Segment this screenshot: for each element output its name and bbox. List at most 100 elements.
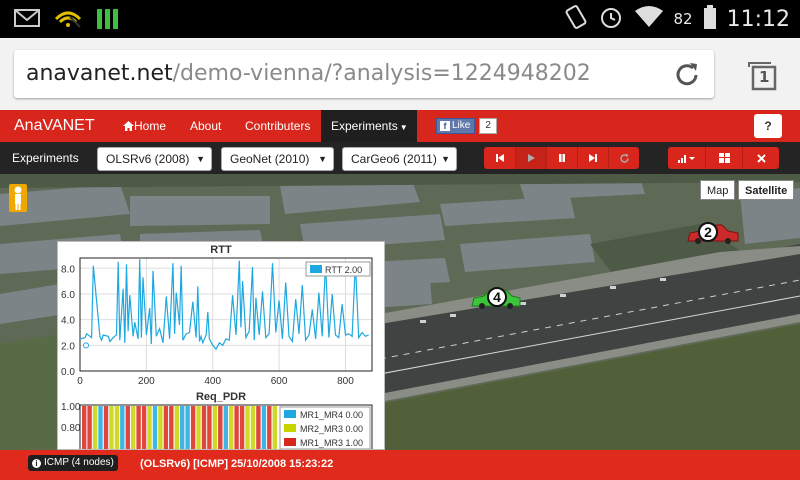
skip-forward-icon [589, 154, 597, 162]
protocol-badge[interactable]: i ICMP (4 nodes) [28, 455, 118, 471]
rtt-x-tick: 400 [204, 376, 221, 387]
pdr-bar [169, 406, 174, 449]
pdr-bar [250, 406, 256, 449]
map-type-satellite-button[interactable]: Satellite [738, 180, 795, 200]
pdr-chart: Req_PDR 1.00 0.80 MR1_MR4 0.00 MR2_MR3 0… [61, 391, 373, 449]
rtt-y-tick: 6.0 [61, 290, 75, 301]
close-button[interactable] [742, 147, 779, 169]
pdr-y-tick: 1.00 [61, 402, 81, 413]
play-button[interactable] [515, 147, 546, 169]
url-field[interactable]: anavanet.net/demo-vienna/?analysis=12249… [14, 50, 714, 98]
pdr-bar [125, 406, 130, 449]
vehicle-marker-4[interactable]: 4 [470, 286, 522, 310]
pdr-bar [196, 406, 201, 449]
grid-icon [718, 153, 730, 163]
pdr-legend-label: MR2_MR3 0.00 [300, 424, 363, 434]
vehicle-label: 2 [698, 222, 718, 242]
refresh-button[interactable] [608, 147, 639, 169]
nav-home-label: Home [134, 119, 167, 133]
nav-experiments-label: Experiments [331, 119, 398, 133]
experiment-select-cargeo6[interactable]: CarGeo6 (2011) ▼ [342, 147, 457, 171]
protocol-badge-label: ICMP (4 nodes) [44, 457, 114, 468]
clock-time: 11:12 [726, 6, 790, 32]
caret-down-icon: ▼ [318, 154, 327, 164]
rtt-y-tick: 4.0 [61, 316, 75, 327]
pdr-legend: MR1_MR4 0.00 MR2_MR3 0.00 MR1_MR3 1.00 [279, 406, 371, 449]
pdr-legend-label: MR1_MR3 1.00 [300, 438, 363, 448]
wifi-signal-icon [634, 5, 664, 33]
pdr-bar [272, 406, 277, 449]
url-path: /demo-vienna/?analysis=1224948202 [172, 61, 591, 86]
phone-vibrate-icon [564, 4, 588, 34]
pdr-bar [87, 406, 92, 449]
refresh-icon [619, 153, 629, 163]
select-value: CarGeo6 (2011) [351, 152, 437, 166]
footer-status-text: (OLSRv6) [ICMP] 25/10/2008 15:23:22 [140, 458, 334, 470]
select-value: GeoNet (2010) [230, 152, 310, 166]
like-count: 2 [479, 118, 497, 134]
street-view-pegman-icon[interactable] [9, 184, 27, 212]
nav-contributers[interactable]: Contributers [235, 110, 320, 142]
pdr-bar [141, 406, 147, 449]
playback-controls [484, 147, 639, 169]
caret-down-icon: ▼ [399, 123, 408, 132]
info-icon: i [32, 458, 41, 468]
nav-home[interactable]: Home [113, 110, 176, 142]
vehicle-marker-2[interactable]: 2 [686, 221, 740, 245]
pdr-bar [201, 406, 207, 449]
pdr-bars [82, 406, 277, 449]
facebook-like-widget: f Like 2 [436, 118, 497, 134]
pdr-bar [267, 406, 272, 449]
status-bar: 82 11:12 [0, 0, 800, 38]
app-brand[interactable]: AnaVANET [14, 117, 95, 135]
map-type-map-button[interactable]: Map [700, 180, 736, 200]
skip-back-button[interactable] [484, 147, 515, 169]
caret-down-icon: ▼ [196, 154, 205, 164]
grid-button[interactable] [705, 147, 742, 169]
like-button[interactable]: f Like [436, 118, 476, 134]
experiment-select-geonet[interactable]: GeoNet (2010) ▼ [221, 147, 334, 171]
pdr-bar [152, 406, 158, 449]
skip-forward-button[interactable] [577, 147, 608, 169]
tab-count: 1 [759, 68, 770, 86]
pdr-legend-swatch-mr2-mr3 [284, 424, 296, 432]
signal-chart-button[interactable] [668, 147, 705, 169]
pdr-bar [158, 406, 163, 449]
pause-icon [559, 154, 565, 162]
pdr-bar [245, 406, 250, 449]
rtt-x-tick: 200 [138, 376, 155, 387]
rtt-chart: RTT 0.0 2.0 4.0 6.0 8.0 0 200 400 600 800 RTT 2.0… [61, 244, 373, 387]
battery-icon [703, 4, 717, 34]
pdr-bar [218, 406, 223, 449]
tab-switcher-button[interactable]: 1 [745, 59, 781, 93]
pdr-bar [223, 406, 228, 449]
pdr-bar [114, 406, 120, 449]
pdr-bar [212, 406, 218, 449]
pause-button[interactable] [546, 147, 577, 169]
experiment-select-olsrv6[interactable]: OLSRv6 (2008) ▼ [97, 147, 212, 171]
alarm-icon [598, 4, 624, 34]
rtt-x-tick: 600 [271, 376, 288, 387]
pdr-bar [174, 406, 179, 449]
reload-icon[interactable] [672, 60, 702, 90]
browser-toolbar: anavanet.net/demo-vienna/?analysis=12249… [0, 38, 800, 110]
pdr-bar [256, 406, 261, 449]
nav-experiments[interactable]: Experiments ▼ [321, 110, 417, 142]
rtt-legend-label: RTT 2.00 [325, 265, 362, 275]
pdr-bar [131, 406, 136, 449]
rtt-highlight-point [83, 342, 89, 349]
pdr-legend-swatch-mr1-mr4 [284, 410, 296, 418]
help-button[interactable]: ? [754, 114, 782, 138]
pdr-bar [103, 406, 109, 449]
pdr-title: Req_PDR [196, 391, 246, 403]
chart-panel: RTT 0.0 2.0 4.0 6.0 8.0 0 200 400 600 800 RTT 2.0… [57, 241, 385, 450]
rtt-x-tick: 800 [337, 376, 354, 387]
like-label: Like [452, 120, 471, 131]
wifi-warning-icon [54, 7, 82, 33]
pdr-bar [120, 406, 125, 449]
home-icon [123, 111, 134, 131]
rtt-x-tick: 0 [77, 376, 83, 387]
rtt-y-tick: 2.0 [61, 341, 75, 352]
nav-about[interactable]: About [180, 110, 231, 142]
pdr-bar [234, 406, 239, 449]
